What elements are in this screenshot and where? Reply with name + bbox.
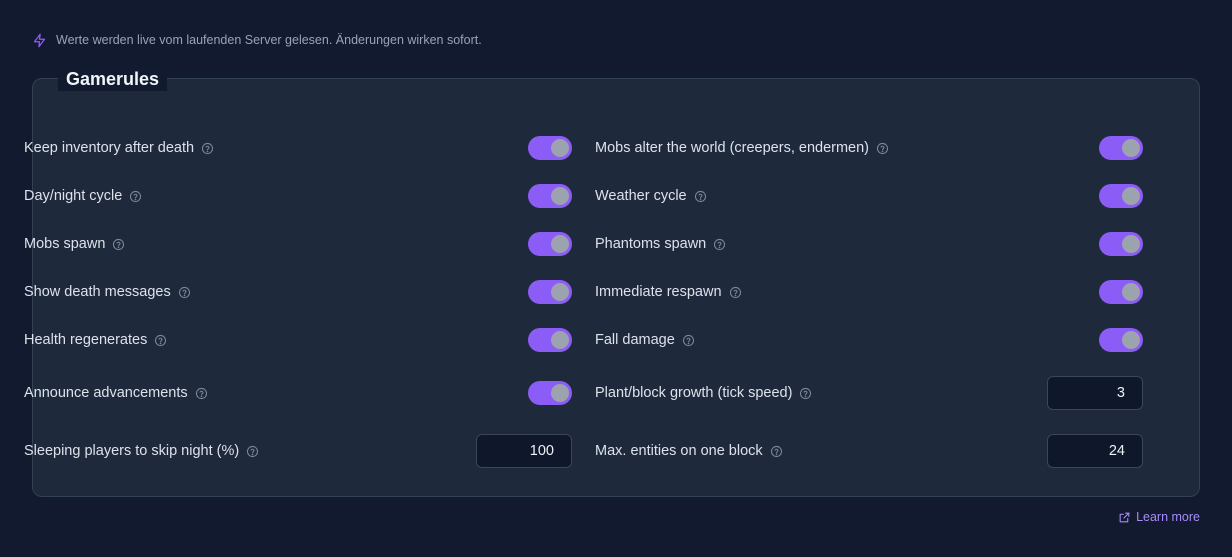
- gamerule-label: Mobs alter the world (creepers, endermen…: [595, 140, 889, 156]
- help-icon[interactable]: [770, 445, 783, 458]
- gamerule-row-weather-cycle: Weather cycle: [595, 179, 1143, 213]
- gamerule-label: Day/night cycle: [24, 188, 142, 204]
- number-input[interactable]: [1047, 376, 1143, 410]
- gamerule-row-day-night-cycle: Day/night cycle: [24, 179, 572, 213]
- help-icon[interactable]: [195, 387, 208, 400]
- gamerule-row-sleeping-players-to-skip-night: Sleeping players to skip night (%): [24, 434, 572, 468]
- gamerule-row-phantoms-spawn: Phantoms spawn: [595, 227, 1143, 261]
- toggle-knob: [551, 384, 569, 402]
- gamerule-label: Announce advancements: [24, 385, 208, 401]
- help-icon[interactable]: [178, 286, 191, 299]
- help-icon[interactable]: [729, 286, 742, 299]
- toggle-switch[interactable]: [528, 381, 572, 405]
- toggle-knob: [1122, 235, 1140, 253]
- help-icon[interactable]: [129, 190, 142, 203]
- help-icon[interactable]: [799, 387, 812, 400]
- toggle-switch[interactable]: [528, 280, 572, 304]
- learn-more-label: Learn more: [1136, 510, 1200, 524]
- gamerule-label-text: Mobs spawn: [24, 236, 106, 252]
- gamerule-row-plant-block-growth-tick-speed: Plant/block growth (tick speed): [595, 376, 1143, 410]
- gamerule-label: Mobs spawn: [24, 236, 125, 252]
- gamerule-label: Plant/block growth (tick speed): [595, 385, 812, 401]
- help-icon[interactable]: [876, 142, 889, 155]
- gamerule-label: Show death messages: [24, 284, 191, 300]
- toggle-knob: [551, 331, 569, 349]
- gamerule-label: Immediate respawn: [595, 284, 742, 300]
- number-input[interactable]: [476, 434, 572, 468]
- toggle-switch[interactable]: [528, 328, 572, 352]
- toggle-switch[interactable]: [528, 184, 572, 208]
- toggle-knob: [551, 139, 569, 157]
- gamerule-label: Fall damage: [595, 332, 695, 348]
- gamerule-label-text: Immediate respawn: [595, 284, 722, 300]
- gamerule-label-text: Phantoms spawn: [595, 236, 707, 252]
- gamerule-label: Sleeping players to skip night (%): [24, 443, 259, 459]
- toggle-switch[interactable]: [1099, 184, 1143, 208]
- gamerule-label: Max. entities on one block: [595, 443, 783, 459]
- toggle-knob: [551, 187, 569, 205]
- help-icon[interactable]: [713, 238, 726, 251]
- toggle-knob: [551, 283, 569, 301]
- gamerule-label-text: Health regenerates: [24, 332, 148, 348]
- external-link-icon: [1119, 512, 1130, 522]
- toggle-knob: [1122, 331, 1140, 349]
- gamerule-row-announce-advancements: Announce advancements: [24, 376, 572, 410]
- gamerule-label-text: Sleeping players to skip night (%): [24, 443, 240, 459]
- gamerule-label-text: Fall damage: [595, 332, 675, 348]
- gamerule-label: Phantoms spawn: [595, 236, 726, 252]
- toggle-knob: [1122, 139, 1140, 157]
- toggle-switch[interactable]: [1099, 136, 1143, 160]
- card-title: Gamerules: [58, 67, 168, 91]
- gamerule-label-text: Day/night cycle: [24, 188, 123, 204]
- toggle-switch[interactable]: [1099, 280, 1143, 304]
- number-input[interactable]: [1047, 434, 1143, 468]
- gamerule-row-mobs-spawn: Mobs spawn: [24, 227, 572, 261]
- gamerule-label-text: Announce advancements: [24, 385, 188, 401]
- gamerule-row-immediate-respawn: Immediate respawn: [595, 275, 1143, 309]
- toggle-knob: [1122, 283, 1140, 301]
- gamerule-row-health-regenerates: Health regenerates: [24, 323, 572, 357]
- toggle-knob: [1122, 187, 1140, 205]
- help-icon[interactable]: [201, 142, 214, 155]
- gamerule-label-text: Plant/block growth (tick speed): [595, 385, 793, 401]
- help-icon[interactable]: [694, 190, 707, 203]
- gamerule-label: Weather cycle: [595, 188, 707, 204]
- toggle-knob: [551, 235, 569, 253]
- help-icon[interactable]: [112, 238, 125, 251]
- toggle-switch[interactable]: [1099, 328, 1143, 352]
- gamerule-label-text: Mobs alter the world (creepers, endermen…: [595, 140, 870, 156]
- live-notice: Werte werden live vom laufenden Server g…: [32, 31, 482, 49]
- gamerule-label-text: Max. entities on one block: [595, 443, 763, 459]
- gamerule-row-max-entities-on-one-block: Max. entities on one block: [595, 434, 1143, 468]
- learn-more-link[interactable]: Learn more: [1118, 508, 1200, 526]
- lightning-icon: [33, 33, 46, 47]
- toggle-switch[interactable]: [528, 136, 572, 160]
- gamerule-row-keep-inventory-after-death: Keep inventory after death: [24, 131, 572, 165]
- toggle-switch[interactable]: [528, 232, 572, 256]
- help-icon[interactable]: [246, 445, 259, 458]
- gamerule-label-text: Show death messages: [24, 284, 171, 300]
- gamerule-label: Keep inventory after death: [24, 140, 214, 156]
- help-icon[interactable]: [682, 334, 695, 347]
- gamerule-label: Health regenerates: [24, 332, 167, 348]
- gamerule-row-fall-damage: Fall damage: [595, 323, 1143, 357]
- gamerule-row-mobs-alter-the-world-creepers-endermen: Mobs alter the world (creepers, endermen…: [595, 131, 1143, 165]
- help-icon[interactable]: [154, 334, 167, 347]
- gamerule-label-text: Keep inventory after death: [24, 140, 195, 156]
- toggle-switch[interactable]: [1099, 232, 1143, 256]
- gamerule-row-show-death-messages: Show death messages: [24, 275, 572, 309]
- notice-text: Werte werden live vom laufenden Server g…: [56, 33, 482, 47]
- gamerule-label-text: Weather cycle: [595, 188, 687, 204]
